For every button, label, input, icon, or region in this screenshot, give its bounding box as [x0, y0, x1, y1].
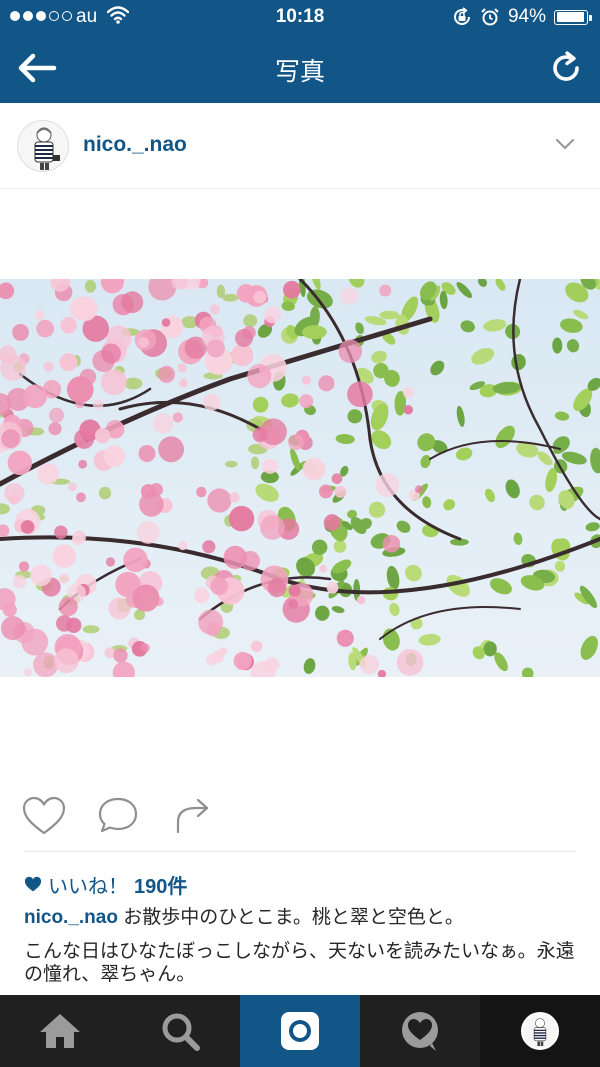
- navigation-bar: 写真: [0, 34, 600, 103]
- tab-camera[interactable]: [240, 995, 360, 1067]
- divider: [24, 851, 576, 852]
- likes-number: 190件: [134, 876, 188, 898]
- chevron-down-icon[interactable]: [554, 133, 576, 155]
- post-username[interactable]: nico._.nao: [83, 133, 187, 157]
- likes-label: いいね！: [48, 876, 128, 898]
- home-icon: [40, 1014, 80, 1048]
- tab-search[interactable]: [120, 995, 240, 1067]
- battery-icon: [554, 9, 592, 25]
- alarm-icon: [481, 8, 499, 26]
- heart-outline-icon[interactable]: [22, 796, 66, 838]
- refresh-icon[interactable]: [550, 51, 584, 85]
- status-bar: au 10:18 94%: [0, 0, 600, 34]
- tab-home[interactable]: [0, 995, 120, 1067]
- battery-percent: 94%: [507, 6, 546, 27]
- avatar[interactable]: [17, 120, 69, 172]
- camera-icon: [281, 1012, 319, 1050]
- caption-text: お散歩中のひとこま。桃と翠と空色と。: [117, 907, 464, 928]
- comment-bubble-icon[interactable]: [96, 796, 140, 838]
- caption-continued: こんな日はひなたぼっこしながら、天ないを読みたいなぁ。永遠の憧れ、翠ちゃん。: [24, 941, 575, 985]
- activity-heart-icon: [402, 1012, 438, 1051]
- caption: nico._.nao お散歩中のひとこま。桃と翠と空色と。: [24, 905, 584, 931]
- tab-profile[interactable]: [480, 995, 600, 1067]
- search-icon: [162, 1013, 200, 1051]
- likes-count[interactable]: いいね！ 190件: [24, 870, 187, 899]
- post-photo[interactable]: [0, 279, 600, 677]
- page-title: 写真: [274, 58, 325, 86]
- caption-username[interactable]: nico._.nao: [24, 907, 118, 928]
- heart-filled-icon: [24, 876, 42, 892]
- post-header: nico._.nao: [0, 103, 600, 189]
- rotation-lock-icon: [453, 7, 470, 25]
- tab-bar: [0, 995, 600, 1067]
- tab-activity[interactable]: [360, 995, 480, 1067]
- cherry-blossom-photo: [0, 279, 600, 677]
- top-bar: au 10:18 94% 写真: [0, 0, 600, 103]
- profile-avatar: [521, 1012, 559, 1050]
- share-arrow-icon[interactable]: [170, 796, 214, 838]
- avatar-illustration: [18, 121, 68, 171]
